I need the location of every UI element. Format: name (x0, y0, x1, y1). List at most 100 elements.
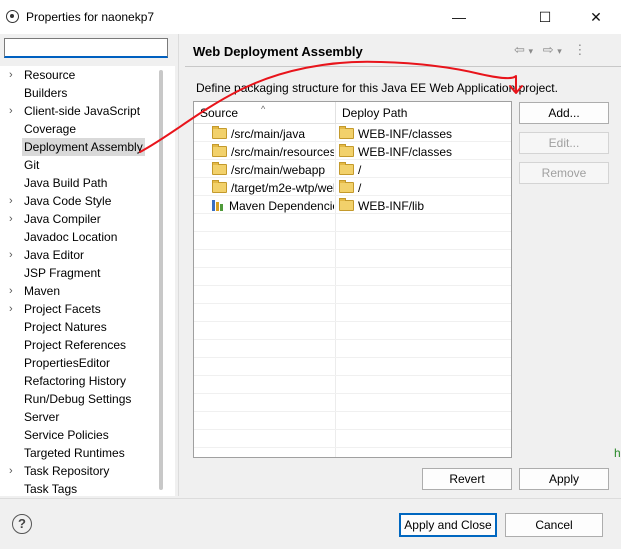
library-icon (212, 200, 224, 211)
source-text: Maven Dependencies (229, 199, 334, 213)
apply-and-close-button[interactable]: Apply and Close (399, 513, 497, 537)
table-row[interactable]: /target/m2e-wtp/web-resources / (194, 179, 511, 197)
row-gridline (194, 447, 511, 448)
expand-chevron-icon[interactable]: › (9, 246, 13, 264)
deploy-path-cell: WEB-INF/classes (339, 125, 511, 143)
expand-chevron-icon[interactable]: › (9, 300, 13, 318)
source-cell: /src/main/webapp (212, 161, 334, 179)
tree-item-label: PropertiesEditor (24, 356, 111, 370)
tree-item-label: Java Code Style (24, 194, 112, 208)
tree-item-label: Task Tags (24, 482, 78, 496)
tree-item-label: Run/Debug Settings (24, 392, 132, 406)
deploy-path-text: WEB-INF/lib (358, 199, 424, 213)
row-gridline (194, 357, 511, 358)
bottom-separator (0, 498, 621, 499)
help-icon[interactable]: ? (12, 514, 32, 534)
folder-icon (339, 126, 354, 139)
tree-item-label: Targeted Runtimes (24, 446, 125, 460)
row-gridline (194, 339, 511, 340)
folder-icon (339, 180, 354, 193)
forward-menu-icon[interactable]: ▾ (557, 46, 562, 56)
back-arrow-icon[interactable]: ⇦ (514, 42, 525, 57)
deploy-path-text: WEB-INF/classes (358, 145, 453, 159)
tree-item-label: Project Facets (24, 302, 101, 316)
tree-item-label: JSP Fragment (24, 266, 101, 280)
page-nav-toolbar: ⇦ ▾ ⇨ ▾ ⋮ (514, 42, 586, 58)
source-text: /src/main/webapp (231, 163, 326, 177)
table-row[interactable]: /src/main/java WEB-INF/classes (194, 125, 511, 143)
expand-chevron-icon[interactable]: › (9, 192, 13, 210)
table-row[interactable]: /src/main/resources WEB-INF/classes (194, 143, 511, 161)
more-options-icon[interactable]: ⋮ (573, 42, 586, 57)
tree-scrollbar[interactable] (159, 70, 163, 490)
filter-input[interactable] (4, 38, 168, 58)
column-header-source[interactable]: Source ^ (194, 102, 336, 124)
tree-item-label: Task Repository (24, 464, 110, 478)
tree-item-label: Deployment Assembly (22, 138, 145, 156)
expand-chevron-icon[interactable]: › (9, 210, 13, 228)
tree-item-label: Java Editor (24, 248, 85, 262)
row-gridline (194, 249, 511, 250)
add-button[interactable]: Add... (519, 102, 609, 124)
edit-button[interactable]: Edit... (519, 132, 609, 154)
source-text: /src/main/resources (231, 145, 334, 159)
column-header-deploy-path[interactable]: Deploy Path (336, 102, 511, 124)
deployment-table[interactable]: Source ^ Deploy Path /src/main/java WEB-I… (193, 101, 512, 458)
tree-item-label: Service Policies (24, 428, 109, 442)
tree-item-label: Project Natures (24, 320, 107, 334)
source-text: /src/main/java (231, 127, 306, 141)
forward-arrow-icon[interactable]: ⇨ (543, 42, 554, 57)
revert-button[interactable]: Revert (422, 468, 512, 490)
folder-icon (212, 126, 227, 139)
row-gridline (194, 285, 511, 286)
deploy-path-cell: WEB-INF/lib (339, 197, 511, 215)
tree-item-label: Builders (24, 86, 68, 100)
tree-item-label: Coverage (24, 122, 77, 136)
folder-icon (212, 162, 227, 175)
close-button[interactable]: ✕ (573, 0, 619, 34)
header-separator (185, 66, 621, 67)
row-gridline (194, 321, 511, 322)
remove-button[interactable]: Remove (519, 162, 609, 184)
row-gridline (194, 231, 511, 232)
page-title: Web Deployment Assembly (193, 44, 363, 59)
folder-icon (212, 180, 227, 193)
deploy-path-text: / (358, 181, 362, 195)
page-description: Define packaging structure for this Java… (196, 81, 558, 95)
property-page-tree: › Resource Builders › Client-side JavaScript… (0, 66, 175, 496)
row-gridline (194, 393, 511, 394)
folder-icon (339, 144, 354, 157)
expand-chevron-icon[interactable]: › (9, 66, 13, 84)
source-cell: /target/m2e-wtp/web-resources (212, 179, 334, 197)
deploy-path-cell: / (339, 161, 511, 179)
expand-chevron-icon[interactable]: › (9, 282, 13, 300)
folder-icon (339, 162, 354, 175)
deploy-path-cell: WEB-INF/classes (339, 143, 511, 161)
row-gridline (194, 429, 511, 430)
eclipse-app-icon (6, 10, 19, 23)
row-gridline (194, 303, 511, 304)
source-cell: /src/main/java (212, 125, 334, 143)
tree-item-label: Client-side JavaScript (24, 104, 141, 118)
sort-indicator-icon: ^ (261, 104, 266, 114)
expand-chevron-icon[interactable]: › (9, 462, 13, 480)
maximize-button[interactable]: ☐ (522, 0, 568, 34)
tree-item-label: Git (24, 158, 40, 172)
table-row[interactable]: /src/main/webapp / (194, 161, 511, 179)
table-row[interactable]: Maven Dependencies WEB-INF/lib (194, 197, 511, 215)
expand-chevron-icon[interactable]: › (9, 102, 13, 120)
tree-item-label: Project References (24, 338, 127, 352)
source-cell: /src/main/resources (212, 143, 334, 161)
deploy-path-cell: / (339, 179, 511, 197)
tree-item-label: Refactoring History (24, 374, 127, 388)
background-text-fragment: h (614, 446, 621, 460)
folder-icon (212, 144, 227, 157)
source-cell: Maven Dependencies (212, 197, 334, 215)
pane-divider[interactable] (178, 34, 179, 496)
tree-item-label: Java Compiler (24, 212, 101, 226)
source-text: /target/m2e-wtp/web-resources (231, 181, 334, 195)
cancel-button[interactable]: Cancel (505, 513, 603, 537)
minimize-button[interactable]: — (436, 0, 482, 34)
apply-button[interactable]: Apply (519, 468, 609, 490)
back-menu-icon[interactable]: ▾ (529, 46, 534, 56)
